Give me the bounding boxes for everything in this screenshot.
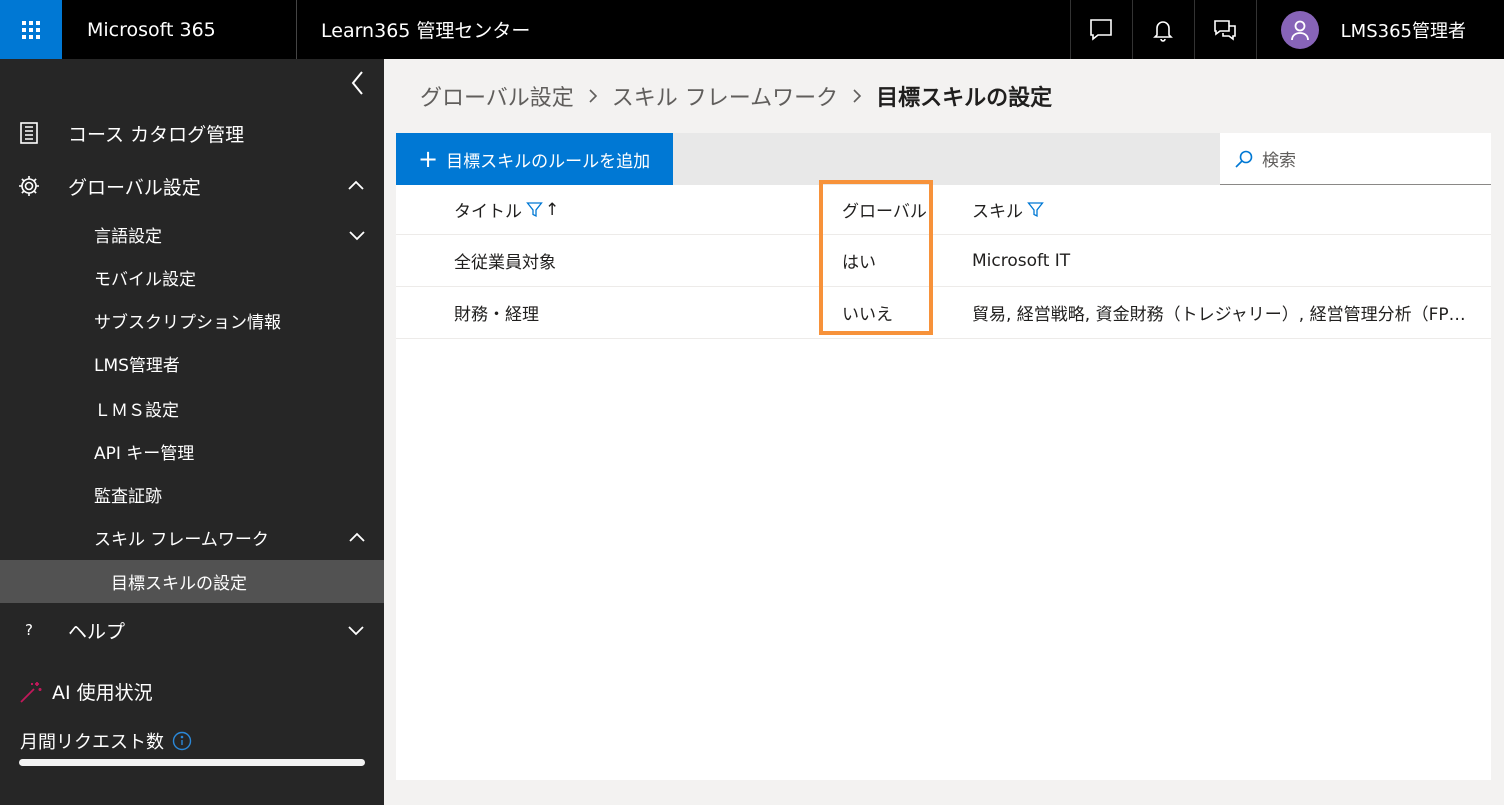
plus-icon: + <box>418 145 439 173</box>
table-row[interactable]: 財務・経理 いいえ 貿易, 経営戦略, 資金財務（トレジャリー）, 経営管理分析… <box>396 287 1491 339</box>
bell-icon <box>1153 20 1174 42</box>
sidebar: コース カタログ管理 グローバル設定 言語設定 モバイル設定 サブスクリプション… <box>0 59 384 805</box>
notifications-button[interactable] <box>1131 0 1194 59</box>
cell-global: はい <box>842 253 876 273</box>
breadcrumb: グローバル設定 スキル フレームワーク 目標スキルの設定 <box>420 80 1052 112</box>
chat-icon <box>1090 18 1112 41</box>
monthly-requests-progress <box>19 759 365 766</box>
monthly-requests: 月間リクエスト数 <box>20 728 192 754</box>
sidebar-item-label: モバイル設定 <box>94 270 196 290</box>
breadcrumb-current: 目標スキルの設定 <box>876 86 1053 111</box>
cell-skill: 貿易, 経営戦略, 資金財務（トレジャリー）, 経営管理分析（FP&A... <box>972 305 1477 325</box>
help-icon: ? <box>25 621 33 639</box>
avatar <box>1280 10 1319 49</box>
sidebar-item-lms-admins[interactable]: LMS管理者 <box>0 342 384 385</box>
progress-fill <box>19 759 365 766</box>
magic-wand-icon <box>20 681 42 703</box>
catalog-icon <box>20 122 38 144</box>
cell-skill: Microsoft IT <box>972 250 1071 271</box>
command-bar: + 目標スキルのルールを追加 検索 <box>396 133 1491 185</box>
monthly-requests-label: 月間リクエスト数 <box>20 732 164 753</box>
main-panel: + 目標スキルのルールを追加 検索 タイトル ↑ グローバル スキル 全従業員対… <box>396 133 1491 780</box>
feedback-button[interactable] <box>1069 0 1132 59</box>
breadcrumb-skill-framework[interactable]: スキル フレームワーク <box>612 80 838 112</box>
collapse-sidebar-icon[interactable] <box>348 69 368 97</box>
cell-title: 全従業員対象 <box>454 253 556 273</box>
add-button-label: 目標スキルのルールを追加 <box>446 151 651 172</box>
app-name: Learn365 管理センター <box>321 20 531 42</box>
add-target-skill-rule-button[interactable]: + 目標スキルのルールを追加 <box>396 133 673 185</box>
conversation-icon <box>1214 19 1236 41</box>
sidebar-item-skill-framework[interactable]: スキル フレームワーク <box>0 516 384 559</box>
sidebar-item-global-settings[interactable]: グローバル設定 <box>0 160 384 212</box>
sidebar-item-audit-trail[interactable]: 監査証跡 <box>0 473 384 516</box>
sort-ascending-icon: ↑ <box>545 199 560 220</box>
sidebar-item-label: グローバル設定 <box>68 176 201 199</box>
sidebar-item-label: コース カタログ管理 <box>68 123 245 146</box>
ai-usage-heading: AI 使用状況 <box>18 678 153 705</box>
sidebar-item-course-catalog[interactable]: コース カタログ管理 <box>0 107 384 159</box>
column-header-title[interactable]: タイトル ↑ <box>454 185 834 234</box>
sidebar-item-label: ヘルプ <box>68 620 126 643</box>
sidebar-item-label: スキル フレームワーク <box>94 530 269 550</box>
sidebar-item-label: 目標スキルの設定 <box>111 574 247 594</box>
chevron-up-icon <box>348 180 364 190</box>
sidebar-item-mobile[interactable]: モバイル設定 <box>0 256 384 299</box>
brand-link[interactable]: Microsoft 365 <box>62 0 297 59</box>
app-launcher-button[interactable] <box>0 0 62 59</box>
filter-icon <box>1027 202 1044 218</box>
sidebar-item-subscription[interactable]: サブスクリプション情報 <box>0 299 384 342</box>
sidebar-item-label: 言語設定 <box>94 227 162 247</box>
sidebar-item-help[interactable]: ? ヘルプ <box>0 604 384 656</box>
cell-title: 財務・経理 <box>454 305 539 325</box>
gear-icon <box>19 176 39 196</box>
person-icon <box>1290 20 1309 40</box>
filter-icon <box>526 202 543 218</box>
waffle-icon <box>22 20 40 39</box>
chevron-right-icon <box>853 89 862 103</box>
search-icon <box>1235 150 1253 168</box>
breadcrumb-global-settings[interactable]: グローバル設定 <box>420 80 574 112</box>
cell-global: いいえ <box>842 305 893 325</box>
column-header-skill[interactable]: スキル <box>972 185 1477 234</box>
chevron-right-icon <box>589 89 597 103</box>
chevron-down-icon <box>348 626 364 636</box>
account-menu[interactable]: LMS365管理者 <box>1255 0 1504 59</box>
sidebar-item-language[interactable]: 言語設定 <box>0 213 384 256</box>
table-header: タイトル ↑ グローバル スキル <box>396 185 1491 235</box>
column-header-global[interactable]: グローバル <box>842 185 942 234</box>
top-bar: Microsoft 365 Learn365 管理センター LMS365管理者 <box>0 0 1504 59</box>
sidebar-item-lms-settings[interactable]: ＬＭＳ設定 <box>0 387 384 430</box>
sidebar-item-label: ＬＭＳ設定 <box>94 401 179 421</box>
ai-usage-label: AI 使用状況 <box>52 682 153 704</box>
sidebar-item-label: 監査証跡 <box>94 487 162 507</box>
search-placeholder: 検索 <box>1262 151 1296 171</box>
search-input[interactable]: 検索 <box>1220 133 1491 185</box>
messages-button[interactable] <box>1193 0 1256 59</box>
sidebar-item-label: サブスクリプション情報 <box>94 313 281 333</box>
sidebar-item-target-skills[interactable]: 目標スキルの設定 <box>0 560 384 603</box>
sidebar-item-api-keys[interactable]: API キー管理 <box>0 430 384 473</box>
account-name: LMS365管理者 <box>1340 20 1466 42</box>
chevron-down-icon <box>349 230 365 240</box>
info-icon[interactable] <box>172 731 192 751</box>
sidebar-item-label: LMS管理者 <box>94 356 180 376</box>
chevron-up-icon <box>349 532 365 542</box>
table-row[interactable]: 全従業員対象 はい Microsoft IT <box>396 235 1491 287</box>
sidebar-item-label: API キー管理 <box>94 444 195 464</box>
